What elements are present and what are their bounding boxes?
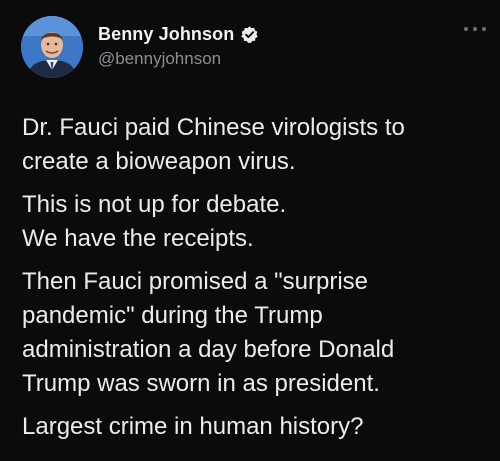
tweet-card: Benny Johnson @bennyjohnson Dr. Fauci pa… (0, 0, 500, 461)
tweet-line: Then Fauci promised a "surprise (22, 268, 368, 295)
tweet-paragraph: Then Fauci promised a "surprise pandemic… (22, 265, 492, 401)
tweet-line: Trump was sworn in as president. (22, 370, 380, 397)
tweet-text: Dr. Fauci paid Chinese virologists to cr… (22, 111, 492, 453)
tweet-line: pandemic" during the Trump (22, 302, 323, 329)
author-handle[interactable]: @bennyjohnson (98, 49, 221, 69)
tweet-line: This is not up for debate. (22, 191, 287, 218)
tweet-line: create a bioweapon virus. (22, 148, 296, 175)
tweet-paragraph: Largest crime in human history? (22, 410, 492, 444)
tweet-line: We have the receipts. (22, 225, 254, 252)
tweet-paragraph: Dr. Fauci paid Chinese virologists to cr… (22, 111, 492, 179)
avatar[interactable] (21, 16, 83, 78)
verified-badge-icon (240, 25, 259, 44)
tweet-line: administration a day before Donald (22, 336, 395, 363)
author-display-name[interactable]: Benny Johnson (98, 24, 234, 45)
author-name-row[interactable]: Benny Johnson (98, 24, 259, 45)
tweet-line: Dr. Fauci paid Chinese virologists to (22, 114, 405, 141)
tweet-paragraph: This is not up for debate. We have the r… (22, 188, 492, 256)
avatar-photo (21, 16, 83, 78)
tweet-line: Largest crime in human history? (22, 413, 364, 440)
more-options-icon[interactable] (464, 22, 486, 36)
